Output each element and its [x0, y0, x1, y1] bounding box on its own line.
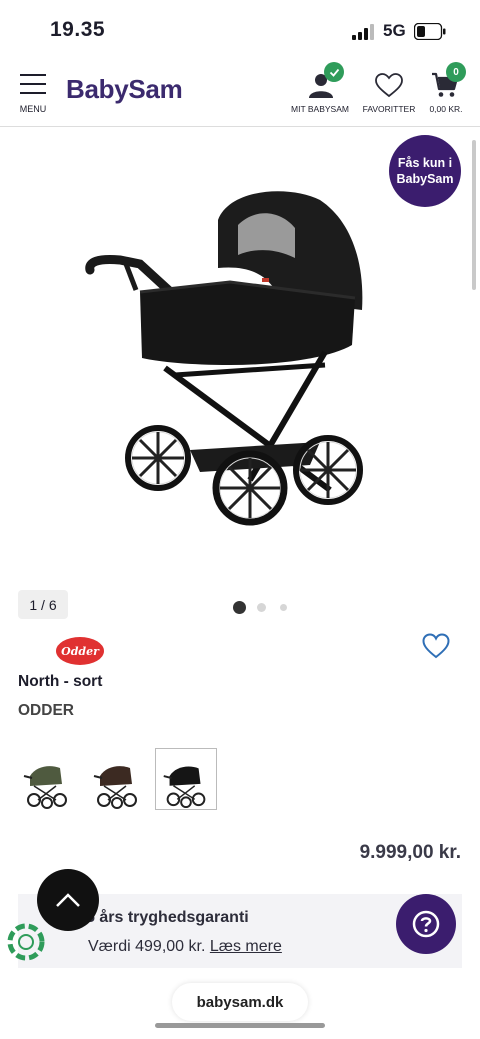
babysam-logo[interactable]: BabySam	[66, 74, 183, 105]
header-divider	[0, 126, 480, 127]
guarantee-value: Værdi 499,00 kr.	[88, 938, 206, 955]
add-to-favorites-heart-icon[interactable]	[422, 633, 450, 659]
account-button[interactable]: MIT BABYSAM	[289, 62, 351, 116]
cart-total-label: 0,00 KR.	[429, 104, 463, 114]
chevron-up-icon	[56, 893, 80, 907]
network-label: 5G	[383, 21, 406, 40]
scroll-to-top-button[interactable]	[37, 869, 99, 931]
product-brand[interactable]: ODDER	[18, 702, 74, 720]
cart-count-badge: 0	[446, 62, 466, 82]
menu-label: MENU	[19, 104, 47, 114]
pram-brown-icon	[93, 766, 137, 809]
scrollbar[interactable]	[472, 140, 476, 290]
check-icon	[324, 62, 344, 82]
gallery-dot-2[interactable]	[257, 603, 266, 612]
account-label: MIT BABYSAM	[291, 104, 349, 114]
read-more-link[interactable]: Læs mere	[210, 938, 282, 955]
gallery-dot-1[interactable]	[233, 601, 246, 614]
browser-url-bar[interactable]: babysam.dk	[172, 983, 308, 1021]
variant-thumb-olive[interactable]	[16, 748, 78, 810]
guarantee-title: 5 års tryghedsgaranti	[86, 909, 249, 926]
gallery-dot-3[interactable]	[280, 604, 287, 611]
gallery-counter: 1 / 6	[18, 590, 68, 619]
product-price: 9.999,00 kr.	[359, 842, 461, 863]
menu-button[interactable]: MENU	[16, 72, 50, 116]
variant-thumb-black-selected[interactable]	[155, 748, 217, 810]
odder-brand-logo[interactable]: Odder	[56, 637, 104, 665]
signal-icon	[352, 24, 374, 40]
pram-olive-icon	[23, 766, 67, 809]
variant-thumb-brown[interactable]	[86, 748, 148, 810]
favorites-button[interactable]: FAVORITTER	[360, 72, 418, 116]
product-image[interactable]	[80, 180, 380, 540]
pram-black-icon	[163, 766, 206, 809]
cart-button[interactable]: 0 0,00 KR.	[424, 62, 468, 116]
exclusive-badge: Fås kun i BabySam	[389, 135, 461, 207]
battery-icon	[414, 23, 446, 40]
eco-badge-icon[interactable]	[6, 922, 46, 962]
guarantee-value-line: Værdi 499,00 kr. Læs mere	[88, 938, 282, 956]
favorites-label: FAVORITTER	[362, 104, 416, 114]
home-indicator	[155, 1023, 325, 1028]
product-title: North - sort	[18, 673, 103, 690]
help-button[interactable]	[396, 894, 456, 954]
status-time: 19.35	[50, 18, 106, 41]
heart-icon	[375, 73, 403, 98]
question-icon	[412, 910, 440, 938]
